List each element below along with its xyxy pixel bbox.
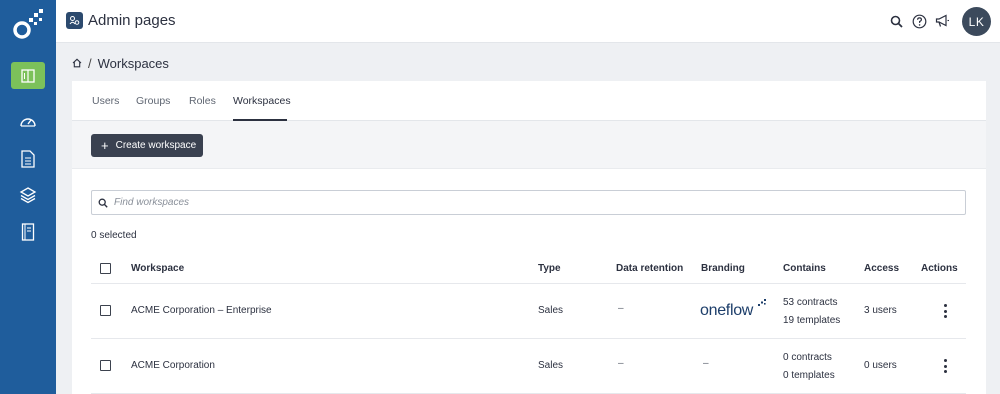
more-actions-icon[interactable] bbox=[942, 304, 948, 318]
column-header-data-retention[interactable]: Data retention bbox=[616, 263, 683, 274]
column-header-workspace[interactable]: Workspace bbox=[131, 263, 184, 274]
dashboard-gauge-icon bbox=[20, 118, 36, 127]
sidebar-item-templates[interactable] bbox=[18, 185, 38, 205]
selected-count: 0 selected bbox=[91, 230, 137, 241]
row-checkbox[interactable] bbox=[100, 305, 111, 316]
templates-layers-icon bbox=[19, 187, 37, 204]
row-checkbox[interactable] bbox=[100, 360, 111, 371]
branding-logo: oneflow bbox=[700, 299, 766, 320]
breadcrumb-separator: / bbox=[88, 55, 92, 71]
access-users[interactable]: 0 users bbox=[864, 360, 897, 371]
user-avatar[interactable]: LK bbox=[962, 7, 991, 36]
contracts-count: 53 contracts bbox=[783, 297, 838, 308]
admin-app-icon bbox=[66, 12, 83, 29]
plus-icon: + bbox=[101, 138, 109, 153]
branding-logo-text: oneflow bbox=[700, 302, 754, 319]
oneflow-logo-icon[interactable] bbox=[12, 9, 44, 41]
sidebar-item-admin[interactable] bbox=[11, 62, 45, 89]
search-icon bbox=[98, 198, 108, 208]
contracts-count: 0 contracts bbox=[783, 352, 832, 363]
column-header-type[interactable]: Type bbox=[538, 263, 561, 274]
search-box bbox=[91, 190, 966, 215]
tab-groups[interactable]: Groups bbox=[136, 95, 170, 107]
column-header-contains[interactable]: Contains bbox=[783, 263, 826, 274]
row-divider bbox=[91, 338, 966, 339]
app-title: Admin pages bbox=[88, 12, 176, 29]
column-header-actions: Actions bbox=[921, 263, 958, 274]
create-workspace-label: Create workspace bbox=[115, 140, 197, 151]
help-icon[interactable] bbox=[910, 12, 928, 30]
data-retention-value: – bbox=[618, 303, 624, 314]
select-all-checkbox[interactable] bbox=[100, 263, 111, 274]
sidebar bbox=[0, 0, 56, 394]
tab-users[interactable]: Users bbox=[92, 95, 119, 107]
workspace-name[interactable]: ACME Corporation bbox=[131, 360, 215, 371]
address-book-icon bbox=[21, 223, 35, 241]
tab-roles[interactable]: Roles bbox=[189, 95, 216, 107]
data-retention-value: – bbox=[618, 358, 624, 369]
oneflow-logo-icon bbox=[758, 299, 766, 306]
top-bar: Admin pages LK bbox=[56, 0, 1000, 43]
sidebar-item-documents[interactable] bbox=[18, 149, 38, 169]
sidebar-item-dashboard[interactable] bbox=[18, 112, 38, 132]
row-divider bbox=[91, 283, 966, 284]
workspace-type: Sales bbox=[538, 360, 564, 371]
branding-value: – bbox=[703, 358, 709, 369]
access-users[interactable]: 3 users bbox=[864, 305, 897, 316]
more-actions-icon[interactable] bbox=[942, 359, 948, 373]
action-bar: + Create workspace bbox=[72, 121, 986, 169]
workspace-name[interactable]: ACME Corporation – Enterprise bbox=[131, 305, 272, 316]
documents-icon bbox=[21, 150, 35, 168]
page-title: Workspaces bbox=[97, 55, 169, 71]
workspace-type: Sales bbox=[538, 305, 564, 316]
column-header-branding: Branding bbox=[701, 263, 745, 274]
column-header-access[interactable]: Access bbox=[864, 263, 899, 274]
search-icon[interactable] bbox=[887, 12, 905, 30]
workspaces-card: Users Groups Roles Workspaces + Create w… bbox=[72, 81, 986, 394]
breadcrumb: / Workspaces bbox=[72, 54, 169, 72]
create-workspace-button[interactable]: + Create workspace bbox=[91, 134, 203, 157]
templates-count: 19 templates bbox=[783, 315, 841, 326]
sidebar-item-address-book[interactable] bbox=[18, 222, 38, 242]
announcement-megaphone-icon[interactable] bbox=[933, 12, 951, 30]
admin-pages-icon bbox=[21, 68, 35, 83]
admin-tabs: Users Groups Roles Workspaces bbox=[72, 81, 986, 121]
home-icon[interactable] bbox=[72, 58, 82, 68]
search-input[interactable] bbox=[114, 197, 914, 208]
templates-count: 0 templates bbox=[783, 370, 835, 381]
tab-workspaces[interactable]: Workspaces bbox=[233, 95, 291, 107]
